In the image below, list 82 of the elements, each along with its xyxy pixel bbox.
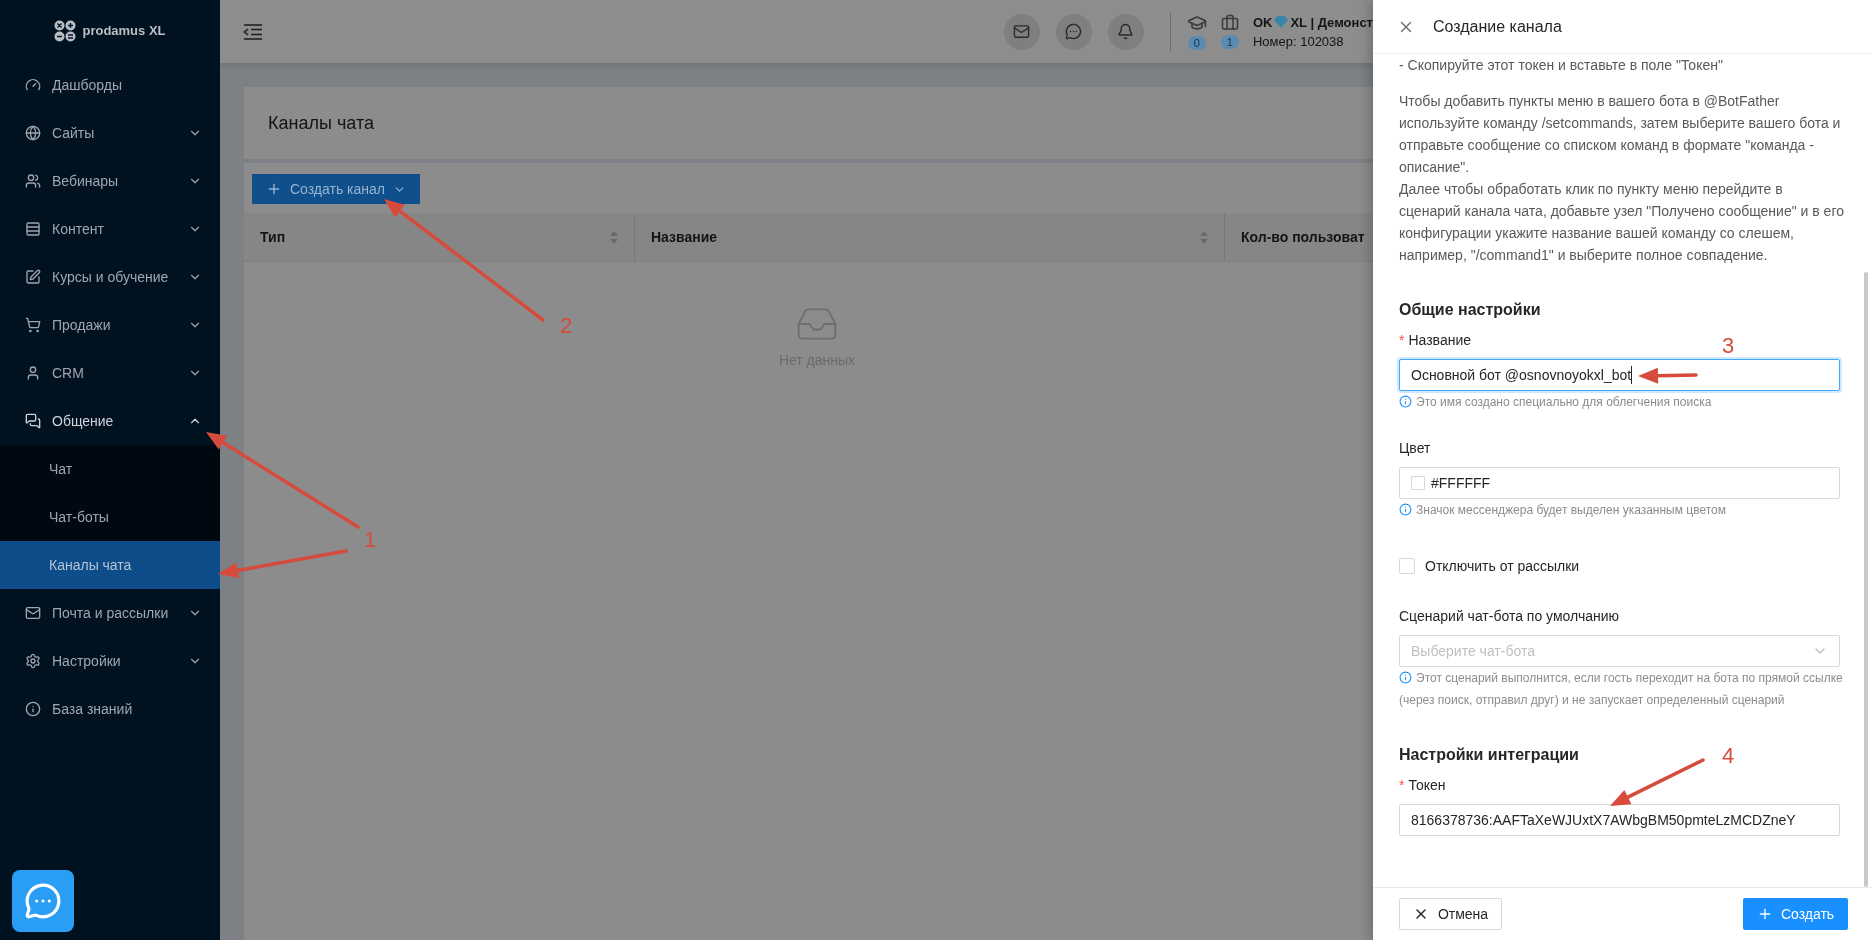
color-swatch	[1411, 476, 1425, 490]
info-icon	[25, 701, 41, 717]
annotation-number: 4	[1722, 744, 1735, 768]
scrollbar-thumb[interactable]	[1864, 272, 1868, 887]
settings-icon	[25, 653, 41, 669]
briefcase-icon[interactable]	[1220, 14, 1239, 32]
field-label: Название	[1408, 331, 1471, 350]
mail-icon	[25, 605, 41, 621]
field-label: Токен	[1408, 776, 1446, 795]
section-title: Общие настройки	[1399, 300, 1541, 320]
sidebar-item[interactable]: Дашборды	[0, 61, 220, 109]
sidebar-item[interactable]: Сайты	[0, 109, 220, 157]
chat-button[interactable]	[12, 870, 74, 932]
submenu-item[interactable]: Каналы чата	[0, 541, 220, 589]
logo-text: prodamus XL	[82, 23, 166, 38]
list-icon	[25, 221, 41, 237]
color-input[interactable]: #FFFFFF	[1399, 467, 1840, 499]
logo-icon	[54, 19, 77, 42]
cart-icon	[25, 317, 41, 333]
field-label: Сценарий чат-бота по умолчанию	[1399, 607, 1620, 626]
sidebar-item[interactable]: CRM	[0, 349, 220, 397]
page-title: Каналы чата	[244, 87, 1373, 159]
column-header: Название	[651, 229, 719, 245]
diamond-icon	[1274, 16, 1289, 28]
column-header: Тип	[260, 229, 287, 245]
menu-collapse-icon[interactable]	[243, 23, 263, 40]
checkbox[interactable]	[1399, 558, 1415, 574]
sidebar-item[interactable]: Общение	[0, 397, 220, 445]
column-header: Кол-во пользоват	[1241, 229, 1366, 245]
cancel-button[interactable]: Отмена	[1399, 898, 1502, 930]
account-number: Номер: 102038	[1252, 33, 1345, 49]
plus-icon	[266, 181, 282, 197]
chat-button[interactable]	[1055, 13, 1092, 50]
sidebar-item[interactable]: База знаний	[0, 685, 220, 733]
sidebar-item[interactable]: Контент	[0, 205, 220, 253]
annotation-arrow	[1638, 367, 1698, 384]
text-input[interactable]: 8166378736:AAFTaXeWJUxtX7AWbgBM50pmteLzMCDZneY	[1399, 804, 1840, 836]
text-cursor	[1631, 366, 1633, 384]
account-name: OK	[1252, 14, 1273, 30]
required-mark: *	[1399, 331, 1405, 350]
field-label: Цвет	[1399, 439, 1431, 458]
info-icon	[1399, 395, 1412, 408]
account-name: XL | Демонст	[1290, 14, 1373, 30]
sidebar-item[interactable]: Продажи	[0, 301, 220, 349]
edit-icon	[25, 269, 41, 285]
submenu-item[interactable]: Чат	[0, 445, 220, 493]
people-icon	[25, 173, 41, 189]
annotation-number: 3	[1722, 334, 1735, 358]
sidebar-item[interactable]: Почта и рассылки	[0, 589, 220, 637]
notification-button[interactable]	[1107, 13, 1144, 50]
annotation-number: 1	[364, 528, 377, 552]
section-title: Настройки интеграции	[1399, 745, 1579, 765]
graduation-cap-icon[interactable]	[1186, 13, 1207, 33]
count-badge: 1	[1220, 35, 1239, 49]
text-input[interactable]: Основной бот @osnovnoyokxl_bot	[1399, 359, 1840, 391]
sidebar-item[interactable]: Настройки	[0, 637, 220, 685]
drawer-title: Создание канала	[1433, 17, 1562, 36]
field-hint: Это имя создано специально для облегчения поиска	[1399, 391, 1848, 413]
gauge-icon	[25, 77, 41, 93]
info-icon	[1399, 503, 1412, 516]
mail-button[interactable]	[1003, 13, 1040, 50]
count-badge: 0	[1187, 36, 1206, 50]
bell-icon	[1117, 23, 1135, 40]
instruction-text: Далее чтобы обработать клик по пункту меню перейдите в сценарий канала чата, добавьте узел "Получено сообщение" и в его конфигурации укажите название вашей команду со слешем, например, "/command1" и выберите полное совпадение.	[1399, 180, 1845, 265]
instruction-text: - Скопируйте этот токен и вставьте в поле "Токен"	[1399, 56, 1724, 75]
required-mark: *	[1399, 776, 1405, 795]
checkbox-label: Отключить от рассылки	[1425, 557, 1580, 576]
create-channel-button[interactable]: Создать канал	[252, 174, 420, 204]
annotation-number: 2	[560, 314, 573, 338]
chat-bubbles-icon	[25, 413, 41, 429]
field-hint: Значок мессенджера будет выделен указанным цветом	[1399, 499, 1848, 521]
submenu-item[interactable]: Чат-боты	[0, 493, 220, 541]
sidebar-item[interactable]: Курсы и обучение	[0, 253, 220, 301]
instruction-text: Чтобы добавить пункты меню в вашего бота в @BotFather используйте команду /setcommands, затем выберите вашего бота и отправьте сообщение со списком команд в формате "команда - описание".	[1399, 92, 1842, 177]
chat-icon	[1065, 23, 1083, 40]
globe-icon	[25, 125, 41, 141]
chat-icon	[24, 882, 62, 920]
user-icon	[25, 365, 41, 381]
field-hint: Этот сценарий выполнится, если гость переходит на бота по прямой ссылке (через поиск, отправил друг) и не запускает определенный сценарий	[1399, 670, 1844, 709]
info-icon	[1399, 671, 1412, 684]
sidebar-item[interactable]: Вебинары	[0, 157, 220, 205]
mail-icon	[1013, 23, 1031, 40]
